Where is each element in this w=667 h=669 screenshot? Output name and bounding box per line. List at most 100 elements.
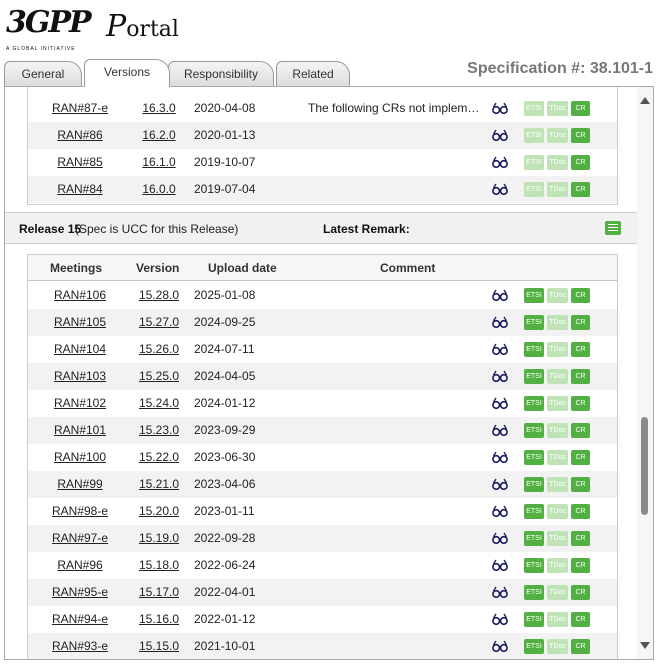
etsi-badge[interactable]: ETSI bbox=[524, 531, 544, 546]
cr-badge[interactable]: CR bbox=[571, 155, 590, 170]
version-link[interactable]: 15.23.0 bbox=[132, 417, 186, 444]
comment-icon[interactable] bbox=[605, 221, 621, 235]
etsi-badge[interactable]: ETSI bbox=[524, 315, 544, 330]
version-link[interactable]: 15.19.0 bbox=[132, 525, 186, 552]
cr-badge[interactable]: CR bbox=[571, 315, 590, 330]
version-link[interactable]: 15.28.0 bbox=[132, 282, 186, 309]
meeting-link[interactable]: RAN#103 bbox=[28, 363, 132, 390]
etsi-badge[interactable]: ETSI bbox=[524, 369, 544, 384]
meeting-link[interactable]: RAN#98-e bbox=[28, 498, 132, 525]
etsi-badge[interactable]: ETSI bbox=[524, 155, 544, 170]
cr-badge[interactable]: CR bbox=[571, 477, 590, 492]
meeting-link[interactable]: RAN#104 bbox=[28, 336, 132, 363]
version-link[interactable]: 16.2.0 bbox=[132, 122, 186, 149]
cr-badge[interactable]: CR bbox=[571, 504, 590, 519]
cr-badge[interactable]: CR bbox=[571, 101, 590, 116]
meeting-link[interactable]: RAN#87-e bbox=[28, 95, 132, 122]
glasses-icon[interactable] bbox=[492, 316, 508, 329]
glasses-icon[interactable] bbox=[492, 129, 508, 142]
glasses-icon[interactable] bbox=[492, 343, 508, 356]
etsi-badge[interactable]: ETSI bbox=[524, 128, 544, 143]
cr-badge[interactable]: CR bbox=[571, 531, 590, 546]
glasses-icon[interactable] bbox=[492, 559, 508, 572]
cr-badge[interactable]: CR bbox=[571, 450, 590, 465]
meeting-link[interactable]: RAN#94-e bbox=[28, 606, 132, 633]
tab-responsibility[interactable]: Responsibility bbox=[168, 61, 274, 87]
version-link[interactable]: 16.1.0 bbox=[132, 149, 186, 176]
cr-badge[interactable]: CR bbox=[571, 396, 590, 411]
tab-general[interactable]: General bbox=[4, 61, 82, 87]
chevron-down-icon[interactable] bbox=[640, 642, 650, 649]
etsi-badge[interactable]: ETSI bbox=[524, 477, 544, 492]
glasses-icon[interactable] bbox=[492, 102, 508, 115]
meeting-link[interactable]: RAN#85 bbox=[28, 149, 132, 176]
etsi-badge[interactable]: ETSI bbox=[524, 450, 544, 465]
glasses-icon[interactable] bbox=[492, 505, 508, 518]
meeting-link[interactable]: RAN#95-e bbox=[28, 579, 132, 606]
chevron-up-icon[interactable] bbox=[640, 97, 650, 104]
meeting-link[interactable]: RAN#86 bbox=[28, 122, 132, 149]
version-link[interactable]: 15.22.0 bbox=[132, 444, 186, 471]
glasses-icon[interactable] bbox=[492, 451, 508, 464]
vertical-scrollbar[interactable] bbox=[637, 87, 653, 659]
version-link[interactable]: 15.25.0 bbox=[132, 363, 186, 390]
version-link[interactable]: 16.3.0 bbox=[132, 95, 186, 122]
cr-badge[interactable]: CR bbox=[571, 612, 590, 627]
meeting-link[interactable]: RAN#102 bbox=[28, 390, 132, 417]
glasses-icon[interactable] bbox=[492, 397, 508, 410]
etsi-badge[interactable]: ETSI bbox=[524, 101, 544, 116]
glasses-icon[interactable] bbox=[492, 289, 508, 302]
version-link[interactable]: 16.0.0 bbox=[132, 176, 186, 203]
glasses-icon[interactable] bbox=[492, 613, 508, 626]
meeting-link[interactable]: RAN#101 bbox=[28, 417, 132, 444]
etsi-badge[interactable]: ETSI bbox=[524, 585, 544, 600]
meeting-link[interactable]: RAN#100 bbox=[28, 444, 132, 471]
etsi-badge[interactable]: ETSI bbox=[524, 639, 544, 654]
etsi-badge[interactable]: ETSI bbox=[524, 504, 544, 519]
meeting-link[interactable]: RAN#93-e bbox=[28, 633, 132, 659]
etsi-badge[interactable]: ETSI bbox=[524, 612, 544, 627]
cr-badge[interactable]: CR bbox=[571, 369, 590, 384]
version-link[interactable]: 15.17.0 bbox=[132, 579, 186, 606]
scrollbar-thumb[interactable] bbox=[641, 417, 648, 515]
meeting-link[interactable]: RAN#99 bbox=[28, 471, 132, 498]
version-link[interactable]: 15.21.0 bbox=[132, 471, 186, 498]
cr-badge[interactable]: CR bbox=[571, 182, 590, 197]
cr-badge[interactable]: CR bbox=[571, 423, 590, 438]
3gpp-logo[interactable]: 3GPP A GLOBAL INITIATIVE bbox=[6, 6, 92, 53]
version-link[interactable]: 15.16.0 bbox=[132, 606, 186, 633]
meeting-link[interactable]: RAN#105 bbox=[28, 309, 132, 336]
cr-badge[interactable]: CR bbox=[571, 288, 590, 303]
version-link[interactable]: 15.20.0 bbox=[132, 498, 186, 525]
glasses-icon[interactable] bbox=[492, 156, 508, 169]
etsi-badge[interactable]: ETSI bbox=[524, 288, 544, 303]
tab-versions[interactable]: Versions bbox=[84, 59, 170, 87]
meeting-link[interactable]: RAN#97-e bbox=[28, 525, 132, 552]
glasses-icon[interactable] bbox=[492, 586, 508, 599]
meeting-link[interactable]: RAN#84 bbox=[28, 176, 132, 203]
portal-logo[interactable]: Portal bbox=[106, 12, 179, 43]
etsi-badge[interactable]: ETSI bbox=[524, 396, 544, 411]
tab-related[interactable]: Related bbox=[276, 61, 350, 87]
glasses-icon[interactable] bbox=[492, 478, 508, 491]
version-link[interactable]: 15.15.0 bbox=[132, 633, 186, 659]
version-link[interactable]: 15.18.0 bbox=[132, 552, 186, 579]
cr-badge[interactable]: CR bbox=[571, 128, 590, 143]
version-link[interactable]: 15.27.0 bbox=[132, 309, 186, 336]
cr-badge[interactable]: CR bbox=[571, 342, 590, 357]
glasses-icon[interactable] bbox=[492, 640, 508, 653]
cr-badge[interactable]: CR bbox=[571, 639, 590, 654]
etsi-badge[interactable]: ETSI bbox=[524, 423, 544, 438]
meeting-link[interactable]: RAN#106 bbox=[28, 282, 132, 309]
etsi-badge[interactable]: ETSI bbox=[524, 342, 544, 357]
cr-badge[interactable]: CR bbox=[571, 558, 590, 573]
etsi-badge[interactable]: ETSI bbox=[524, 558, 544, 573]
cr-badge[interactable]: CR bbox=[571, 585, 590, 600]
version-link[interactable]: 15.24.0 bbox=[132, 390, 186, 417]
glasses-icon[interactable] bbox=[492, 424, 508, 437]
glasses-icon[interactable] bbox=[492, 532, 508, 545]
glasses-icon[interactable] bbox=[492, 183, 508, 196]
glasses-icon[interactable] bbox=[492, 370, 508, 383]
meeting-link[interactable]: RAN#96 bbox=[28, 552, 132, 579]
version-link[interactable]: 15.26.0 bbox=[132, 336, 186, 363]
